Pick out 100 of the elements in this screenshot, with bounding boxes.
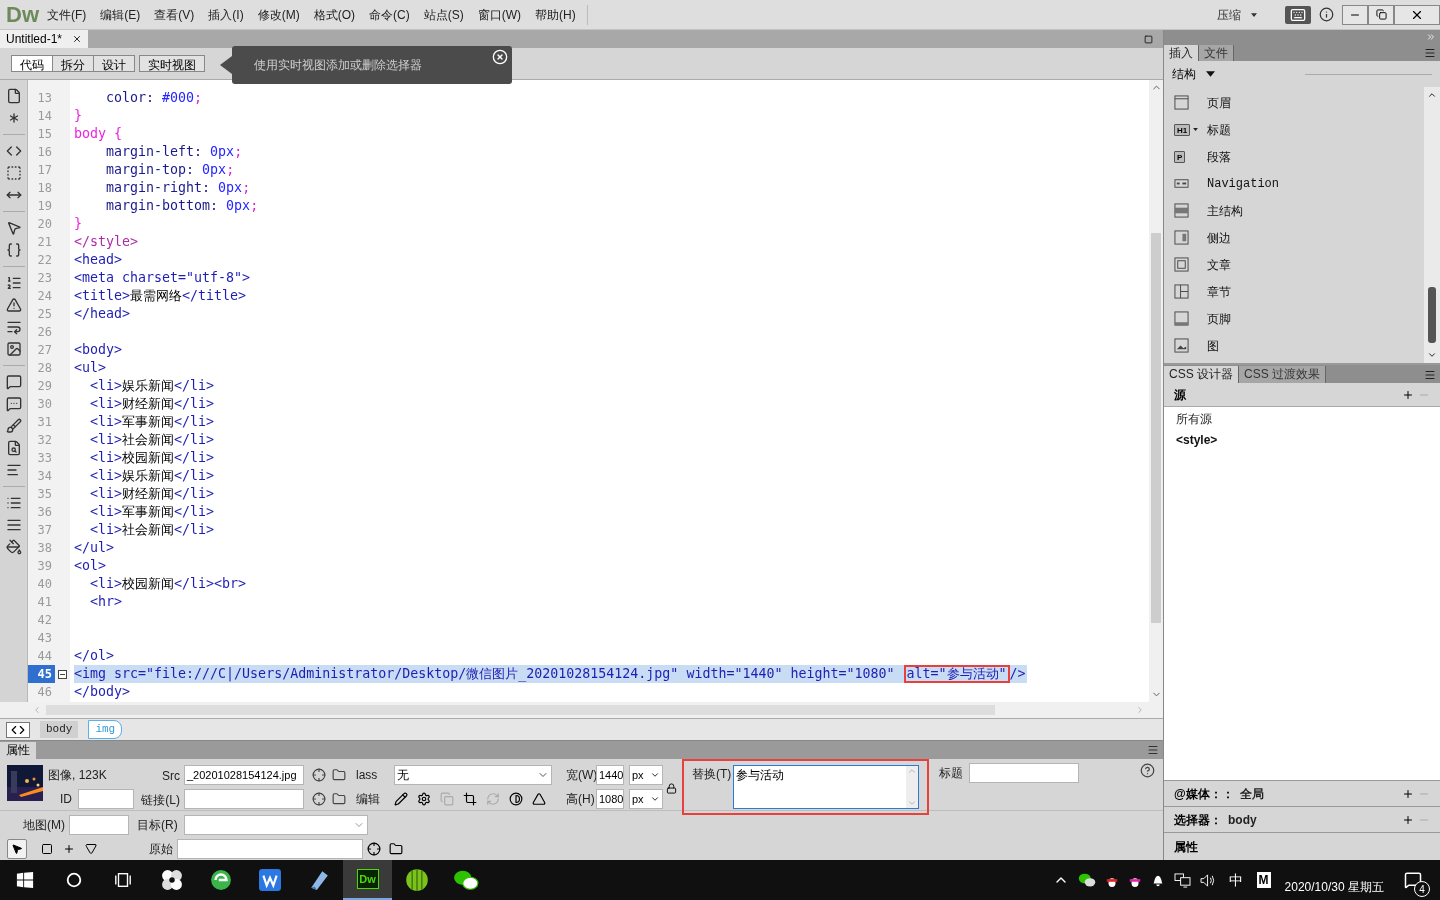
menu-item[interactable]: 站点(S) xyxy=(416,5,471,24)
menu-item[interactable]: 修改(M) xyxy=(250,5,307,24)
lock-icon[interactable] xyxy=(666,783,677,794)
dashed-box-icon[interactable] xyxy=(5,165,22,181)
menu-item[interactable]: 帮助(H) xyxy=(528,5,583,24)
contrast-icon[interactable] xyxy=(509,792,523,806)
original-field[interactable] xyxy=(177,839,363,859)
folder-icon[interactable] xyxy=(332,792,346,806)
add-icon[interactable] xyxy=(1402,787,1414,800)
file-icon[interactable] xyxy=(5,88,22,104)
help-icon[interactable] xyxy=(1140,763,1155,778)
category-dropdown[interactable]: 结构 xyxy=(1172,65,1196,83)
panel-tab[interactable]: CSS 设计器 xyxy=(1164,366,1239,383)
gear-icon[interactable] xyxy=(417,792,431,806)
id-field[interactable] xyxy=(78,789,134,809)
insert-item[interactable]: 图 xyxy=(1164,332,1424,359)
comment-dots-icon[interactable] xyxy=(5,396,22,412)
brush-icon[interactable] xyxy=(5,418,22,434)
image-icon[interactable] xyxy=(5,341,22,357)
class-select[interactable]: 无 xyxy=(394,765,552,785)
panel-menu-icon[interactable] xyxy=(1424,47,1436,59)
numbered-list-icon[interactable] xyxy=(5,275,22,291)
insert-item[interactable]: 章节 xyxy=(1164,278,1424,305)
add-icon[interactable] xyxy=(1402,388,1414,401)
caret-icon[interactable] xyxy=(1193,128,1199,131)
polygon-hotspot-icon[interactable] xyxy=(85,843,97,855)
view-button[interactable]: 设计 xyxy=(93,55,135,72)
menu-item[interactable]: 窗口(W) xyxy=(470,5,528,24)
network-icon[interactable] xyxy=(1173,872,1191,888)
scrollbar[interactable] xyxy=(1149,80,1163,702)
crop-icon[interactable] xyxy=(463,792,477,806)
alt-field[interactable]: 参与活动 xyxy=(733,765,920,809)
close-button[interactable] xyxy=(1394,4,1440,25)
height-field[interactable]: 1080 xyxy=(596,789,624,809)
caret-icon[interactable] xyxy=(1206,71,1215,77)
scrollbar-thumb[interactable] xyxy=(1428,287,1436,343)
minimize-button[interactable] xyxy=(1342,4,1368,25)
target-icon[interactable] xyxy=(312,792,326,806)
view-button[interactable]: 实时视图 xyxy=(139,55,205,72)
scrollbar-thumb[interactable] xyxy=(1151,233,1161,623)
insert-item[interactable]: 侧边 xyxy=(1164,224,1424,251)
lines-icon[interactable] xyxy=(5,517,22,533)
restore-icon[interactable] xyxy=(1144,35,1153,44)
document-tab[interactable]: Untitled-1* xyxy=(0,30,89,48)
scrollbar[interactable] xyxy=(1424,87,1440,363)
pointer-icon[interactable] xyxy=(5,220,22,236)
folder-icon[interactable] xyxy=(332,768,346,782)
paint-bucket-icon[interactable] xyxy=(5,539,22,555)
panel-menu-icon[interactable] xyxy=(1147,744,1159,756)
source-item[interactable]: <style> xyxy=(1176,430,1440,451)
input-method[interactable]: 中 xyxy=(1228,869,1243,891)
input-mode[interactable]: M xyxy=(1256,872,1271,888)
edit-icon[interactable] xyxy=(394,792,408,806)
volume-icon[interactable] xyxy=(1199,872,1217,888)
list-icon[interactable] xyxy=(5,495,22,511)
target-icon[interactable] xyxy=(312,768,326,782)
insert-item[interactable]: Navigation xyxy=(1164,170,1424,197)
view-button[interactable]: 拆分 xyxy=(52,55,94,72)
folder-icon[interactable] xyxy=(389,842,403,856)
comment-icon[interactable] xyxy=(5,374,22,390)
unit-select[interactable]: px xyxy=(629,765,663,785)
src-field[interactable]: _20201028154124.jpg xyxy=(184,765,304,785)
menu-item[interactable]: 编辑(E) xyxy=(93,5,148,24)
panel-tab[interactable]: CSS 过渡效果 xyxy=(1239,366,1327,383)
unit-select[interactable]: px xyxy=(629,789,663,809)
rectangle-hotspot-icon[interactable] xyxy=(41,843,53,855)
clock-date[interactable]: 2020/10/30 星期五 xyxy=(1284,878,1384,896)
scrollbar[interactable] xyxy=(906,766,919,808)
view-button[interactable]: 代码 xyxy=(11,55,53,72)
map-field[interactable] xyxy=(69,815,129,835)
wrap-text-icon[interactable] xyxy=(5,319,22,335)
panel-tab[interactable]: 插入 xyxy=(1164,45,1199,61)
align-left-icon[interactable] xyxy=(5,462,22,478)
insert-item[interactable]: H1 标题 xyxy=(1164,116,1424,143)
close-icon[interactable] xyxy=(72,34,83,44)
insert-item[interactable]: 页脚 xyxy=(1164,305,1424,332)
menu-item[interactable]: 文件(F) xyxy=(40,5,94,24)
insert-item[interactable]: P 段落 xyxy=(1164,143,1424,170)
panel-tab[interactable]: 文件 xyxy=(1199,45,1234,61)
menu-item[interactable]: 命令(C) xyxy=(362,5,417,24)
keyboard-icon[interactable] xyxy=(1285,5,1311,24)
close-icon[interactable] xyxy=(492,49,508,65)
taskbar-button[interactable]: Dw xyxy=(343,860,392,900)
search-file-icon[interactable] xyxy=(5,440,22,456)
link-field[interactable] xyxy=(184,789,304,809)
tag-selector-item[interactable]: body xyxy=(40,721,79,738)
caret-icon[interactable] xyxy=(1251,12,1257,17)
pointer-button[interactable] xyxy=(7,839,27,859)
width-field[interactable]: 1440 xyxy=(596,765,624,785)
insert-item[interactable]: 主结构 xyxy=(1164,197,1424,224)
sharpen-icon[interactable] xyxy=(532,792,546,806)
insert-item[interactable]: 文章 xyxy=(1164,251,1424,278)
workspace-switcher[interactable]: 压缩 xyxy=(1217,5,1241,24)
warning-icon[interactable] xyxy=(5,297,22,313)
code-icon[interactable] xyxy=(5,143,22,159)
scrollbar[interactable] xyxy=(0,702,1163,718)
insert-item[interactable]: 页眉 xyxy=(1164,89,1424,116)
code-icon[interactable] xyxy=(6,721,30,738)
add-icon[interactable] xyxy=(1402,813,1414,826)
menu-item[interactable]: 格式(O) xyxy=(306,5,362,24)
